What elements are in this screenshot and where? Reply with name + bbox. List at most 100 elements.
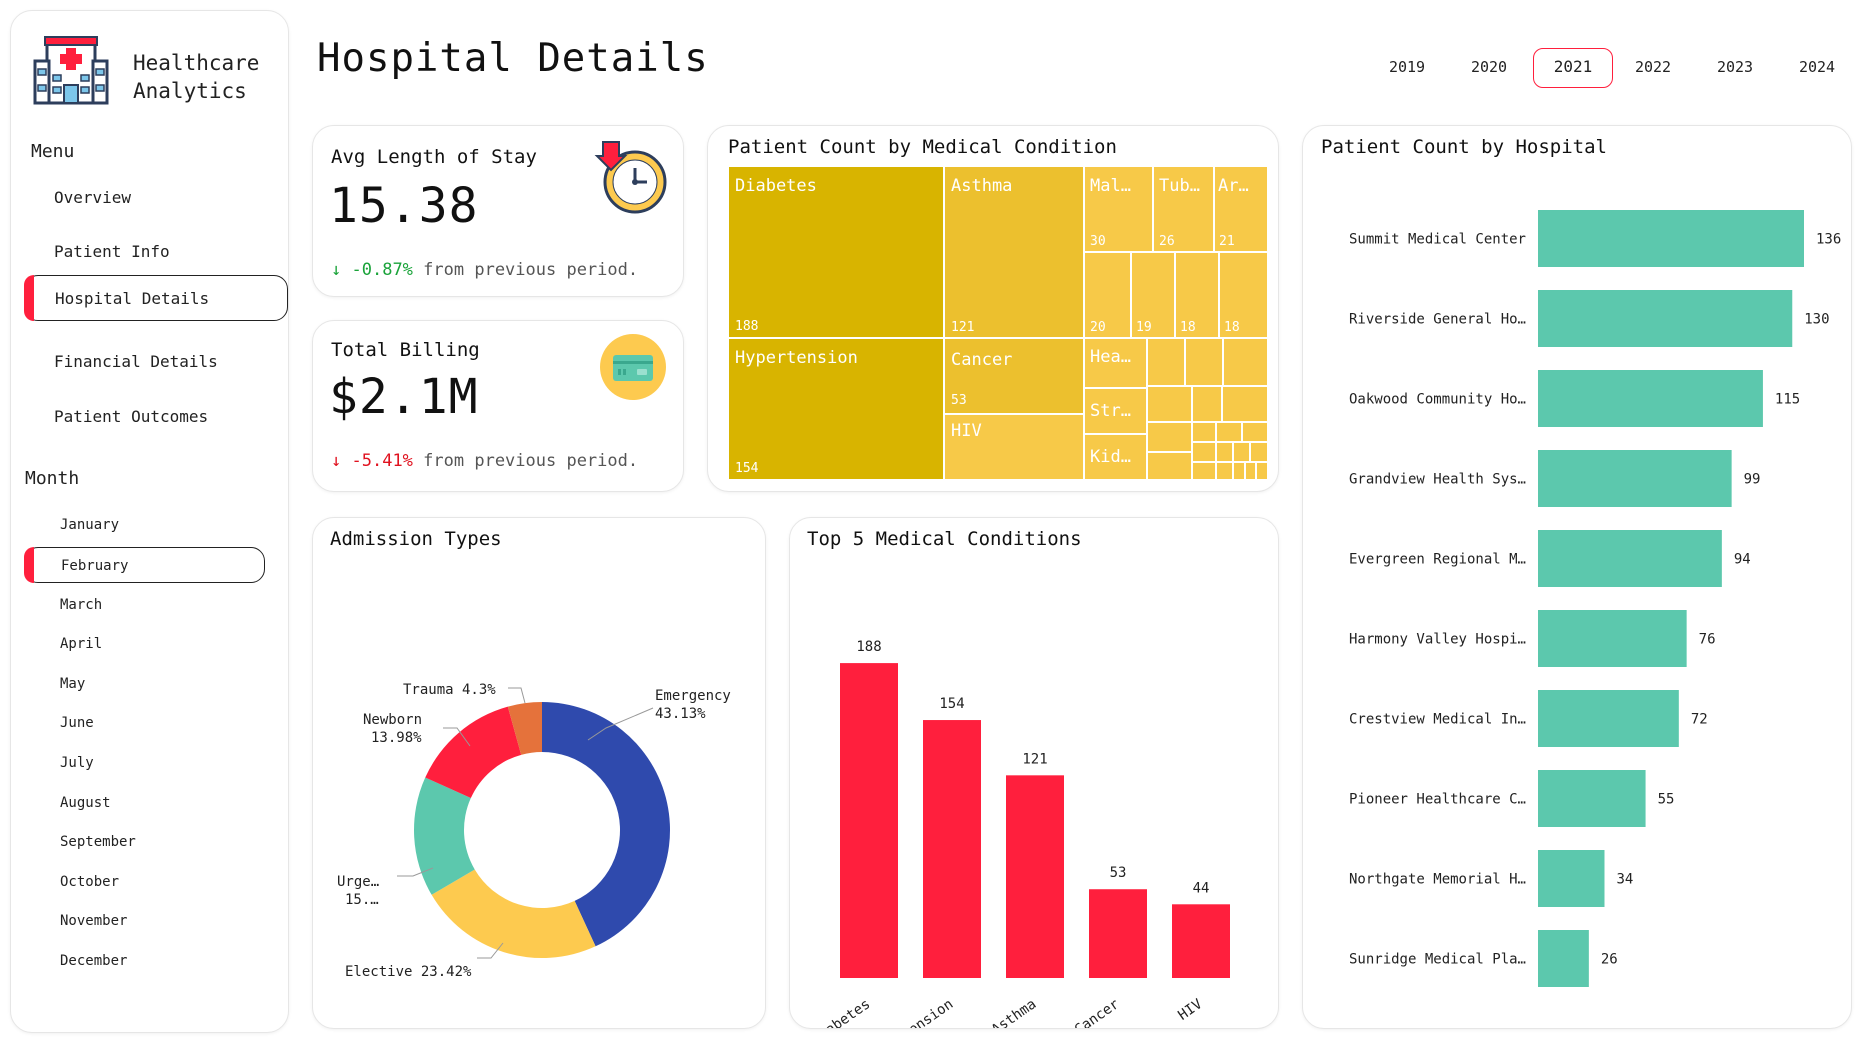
bar-diabetes[interactable] (840, 663, 898, 978)
hospital-name-label: Evergreen Regional M… (1349, 552, 1526, 568)
delta-arrow: ↓ (331, 451, 342, 471)
year-2023[interactable]: 2023 (1696, 48, 1774, 86)
year-2019[interactable]: 2019 (1368, 48, 1446, 86)
treemap-value: 30 (1090, 234, 1106, 249)
treemap-label: Kid… (1090, 447, 1131, 467)
treemap-cell-tiny[interactable] (1255, 461, 1268, 480)
hospital-name-label: Grandview Health Sys… (1349, 472, 1526, 488)
month-december[interactable]: December (24, 943, 265, 979)
kpi-delta: ↓ -5.41% from previous period. (331, 451, 638, 471)
bar-value-label: 53 (1110, 865, 1127, 881)
hospital-bar[interactable] (1538, 370, 1763, 427)
treemap-cell-tiny[interactable] (1232, 441, 1251, 463)
month-november[interactable]: November (24, 903, 265, 939)
hospital-bar[interactable] (1538, 850, 1605, 907)
treemap: Diabetes 188 Asthma 121 Hypertension 154… (728, 166, 1268, 480)
month-march[interactable]: March (24, 587, 265, 623)
treemap-cell-tiny[interactable] (1232, 461, 1246, 480)
nav-patient-info[interactable]: Patient Info (24, 229, 274, 275)
nav-hospital-details[interactable]: Hospital Details (24, 275, 288, 321)
delta-arrow: ↓ (331, 260, 342, 280)
treemap-cell-tiny[interactable] (1221, 385, 1268, 423)
treemap-title: Patient Count by Medical Condition (728, 136, 1117, 158)
hospital-value-label: 72 (1691, 712, 1708, 728)
treemap-cell-tiny[interactable] (1191, 421, 1217, 443)
treemap-label: Tub… (1159, 176, 1200, 196)
hospital-count-title: Patient Count by Hospital (1321, 136, 1607, 158)
treemap-cell-tiny[interactable] (1146, 421, 1193, 453)
hospital-name-label: Sunridge Medical Pla… (1349, 952, 1526, 968)
nav-label: Hospital Details (55, 289, 210, 308)
treemap-cell-tiny[interactable] (1215, 421, 1243, 443)
nav-overview[interactable]: Overview (24, 175, 274, 221)
hospital-bar[interactable] (1538, 530, 1722, 587)
treemap-cell-tiny[interactable] (1146, 451, 1193, 480)
hospital-bar[interactable] (1538, 770, 1646, 827)
treemap-label: Mal… (1090, 176, 1131, 196)
treemap-cell-tiny[interactable] (1215, 441, 1234, 463)
treemap-cell-tiny[interactable] (1146, 337, 1186, 387)
bar-value-label: 188 (856, 639, 881, 655)
treemap-cell-tiny[interactable] (1146, 385, 1193, 423)
nav-patient-outcomes[interactable]: Patient Outcomes (24, 394, 274, 440)
month-july[interactable]: July (24, 745, 265, 781)
treemap-cell-tiny[interactable] (1184, 337, 1224, 387)
bar-hiv[interactable] (1172, 904, 1230, 978)
donut-value-emergency: 43.13% (655, 706, 706, 722)
bar-hypertension[interactable] (923, 720, 981, 978)
hospital-bar[interactable] (1538, 930, 1589, 987)
admission-types-donut: Emergency 43.13% Elective 23.42% Urge… 15.… N… (337, 682, 731, 980)
treemap-label: Diabetes (735, 176, 817, 196)
treemap-value: 18 (1180, 320, 1196, 335)
hospital-bar[interactable] (1538, 610, 1687, 667)
hospital-bar[interactable] (1538, 690, 1679, 747)
treemap-value: 20 (1090, 320, 1106, 335)
month-october[interactable]: October (24, 864, 265, 900)
treemap-value: 18 (1224, 320, 1240, 335)
donut-slice-elective[interactable] (431, 869, 596, 958)
treemap-value: 19 (1136, 320, 1152, 335)
nav-financial-details[interactable]: Financial Details (24, 339, 274, 385)
year-2024[interactable]: 2024 (1778, 48, 1856, 86)
treemap-cell-tiny[interactable] (1191, 385, 1223, 423)
month-heading: Month (25, 468, 80, 489)
bar-category-label: Cancer (1072, 996, 1123, 1028)
treemap-cell-tiny[interactable] (1222, 337, 1268, 387)
donut-label-trauma: Trauma 4.3% (403, 682, 496, 698)
hospital-name-label: Pioneer Healthcare C… (1349, 792, 1526, 808)
hospital-count-card: Patient Count by Hospital Summit Medical… (1302, 125, 1852, 1029)
month-april[interactable]: April (24, 626, 265, 662)
month-january[interactable]: January (24, 507, 265, 543)
donut-value-newborn: 13.98% (371, 730, 422, 746)
treemap-cell-tiny[interactable] (1249, 441, 1268, 463)
bar-cancer[interactable] (1089, 889, 1147, 978)
month-may[interactable]: May (24, 666, 265, 702)
brand-line-1: Healthcare (133, 51, 260, 75)
hospital-value-label: 136 (1816, 232, 1841, 248)
treemap-label: Ar… (1218, 176, 1249, 196)
month-september[interactable]: September (24, 824, 265, 860)
hospital-bar[interactable] (1538, 210, 1804, 267)
hospital-name-label: Summit Medical Center (1349, 232, 1526, 248)
donut-leader-line (508, 687, 526, 704)
year-2021[interactable]: 2021 (1533, 48, 1613, 88)
treemap-card: Patient Count by Medical Condition Diabe… (707, 125, 1279, 492)
month-june[interactable]: June (24, 705, 265, 741)
treemap-cell-tiny[interactable] (1241, 421, 1268, 443)
month-february[interactable]: February (24, 547, 265, 583)
treemap-cell-tiny[interactable] (1244, 461, 1257, 480)
treemap-cell-tiny[interactable] (1191, 441, 1217, 463)
year-2020[interactable]: 2020 (1450, 48, 1528, 86)
delta-value: -5.41% (351, 451, 413, 471)
kpi-value: $2.1M (329, 369, 479, 425)
hospital-bar[interactable] (1538, 290, 1793, 347)
brand: Healthcare Analytics (33, 31, 283, 111)
hospital-name-label: Oakwood Community Ho… (1349, 392, 1526, 408)
bar-asthma[interactable] (1006, 775, 1064, 978)
treemap-cell-tiny[interactable] (1191, 461, 1217, 480)
bar-category-label: Hypertension (864, 996, 956, 1028)
year-2022[interactable]: 2022 (1614, 48, 1692, 86)
treemap-cell-tiny[interactable] (1215, 461, 1234, 480)
hospital-bar[interactable] (1538, 450, 1732, 507)
month-august[interactable]: August (24, 785, 265, 821)
